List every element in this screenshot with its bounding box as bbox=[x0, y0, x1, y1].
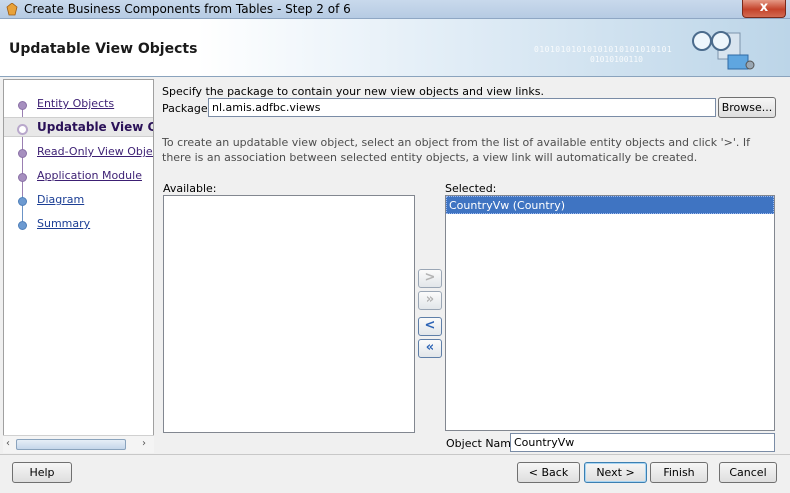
chevron-left-icon: < bbox=[424, 318, 436, 333]
nav-item-updatable-view-objects[interactable]: Updatable View Objects bbox=[4, 117, 153, 137]
nav-item-label[interactable]: Summary bbox=[37, 217, 90, 230]
chevron-right-icon: > bbox=[424, 270, 436, 285]
step-current-icon bbox=[17, 124, 28, 135]
nav-item-summary[interactable]: Summary bbox=[4, 214, 153, 234]
step-pending-icon bbox=[18, 149, 27, 158]
nav-item-label[interactable]: Entity Objects bbox=[37, 97, 114, 110]
step-visited-icon bbox=[18, 101, 27, 110]
step-pending-icon bbox=[18, 173, 27, 182]
cancel-button[interactable]: Cancel bbox=[719, 462, 777, 483]
browse-button[interactable]: Browse... bbox=[718, 97, 776, 118]
binary-decoration: 01010101010101010101010101 bbox=[534, 45, 673, 54]
add-all-button[interactable]: » bbox=[418, 291, 442, 310]
main-panel: Specify the package to contain your new … bbox=[155, 79, 790, 453]
instructions-text: To create an updatable view object, sele… bbox=[162, 136, 750, 164]
nav-item-read-only-view-objects[interactable]: Read-Only View Objects bbox=[4, 142, 153, 162]
close-icon: x bbox=[759, 0, 769, 15]
nav-horizontal-scrollbar[interactable]: ‹ › bbox=[3, 435, 154, 453]
scroll-right-icon[interactable]: › bbox=[142, 438, 146, 449]
available-label: Available: bbox=[163, 182, 217, 195]
nav-item-label[interactable]: Read-Only View Objects bbox=[37, 145, 153, 158]
step-pending-icon bbox=[18, 197, 27, 206]
selected-label: Selected: bbox=[445, 182, 497, 195]
nav-item-label[interactable]: Application Module bbox=[37, 169, 142, 182]
page-title: Updatable View Objects bbox=[9, 41, 198, 57]
scroll-left-icon[interactable]: ‹ bbox=[6, 438, 10, 449]
jdeveloper-icon bbox=[6, 3, 18, 16]
button-bar: Help < Back Next > Finish Cancel bbox=[0, 454, 790, 493]
nav-item-label: Updatable View Objects bbox=[37, 120, 153, 134]
help-button[interactable]: Help bbox=[12, 462, 72, 483]
title-bar: Create Business Components from Tables -… bbox=[0, 0, 790, 19]
add-button[interactable]: > bbox=[418, 269, 442, 288]
object-name-input[interactable]: CountryVw bbox=[510, 433, 775, 452]
selected-list[interactable]: CountryVw (Country) bbox=[445, 195, 775, 431]
package-input[interactable]: nl.amis.adfbc.views bbox=[208, 98, 716, 117]
double-chevron-left-icon: « bbox=[425, 340, 435, 355]
list-item[interactable]: CountryVw (Country) bbox=[446, 196, 774, 214]
nav-item-diagram[interactable]: Diagram bbox=[4, 190, 153, 210]
nav-item-entity-objects[interactable]: Entity Objects bbox=[4, 94, 153, 114]
scrollbar-thumb[interactable] bbox=[16, 439, 126, 450]
back-button[interactable]: < Back bbox=[517, 462, 580, 483]
double-chevron-right-icon: » bbox=[425, 292, 435, 307]
close-button[interactable]: x bbox=[742, 0, 786, 18]
binary-decoration-2: 01010100110 bbox=[590, 55, 643, 64]
finish-button[interactable]: Finish bbox=[650, 462, 708, 483]
package-label: Package: bbox=[162, 102, 212, 115]
remove-all-button[interactable]: « bbox=[418, 339, 442, 358]
package-instructions: Specify the package to contain your new … bbox=[162, 85, 544, 98]
wizard-step-nav: Entity Objects Updatable View Objects Re… bbox=[3, 79, 154, 453]
window-title: Create Business Components from Tables -… bbox=[24, 2, 351, 16]
remove-button[interactable]: < bbox=[418, 317, 442, 336]
next-button[interactable]: Next > bbox=[584, 462, 647, 483]
wizard-glasses-icon bbox=[692, 31, 755, 70]
nav-item-label[interactable]: Diagram bbox=[37, 193, 84, 206]
available-list[interactable] bbox=[163, 195, 415, 433]
step-pending-icon bbox=[18, 221, 27, 230]
header-banner: Updatable View Objects 01010101010101010… bbox=[0, 19, 790, 77]
nav-item-application-module[interactable]: Application Module bbox=[4, 166, 153, 186]
